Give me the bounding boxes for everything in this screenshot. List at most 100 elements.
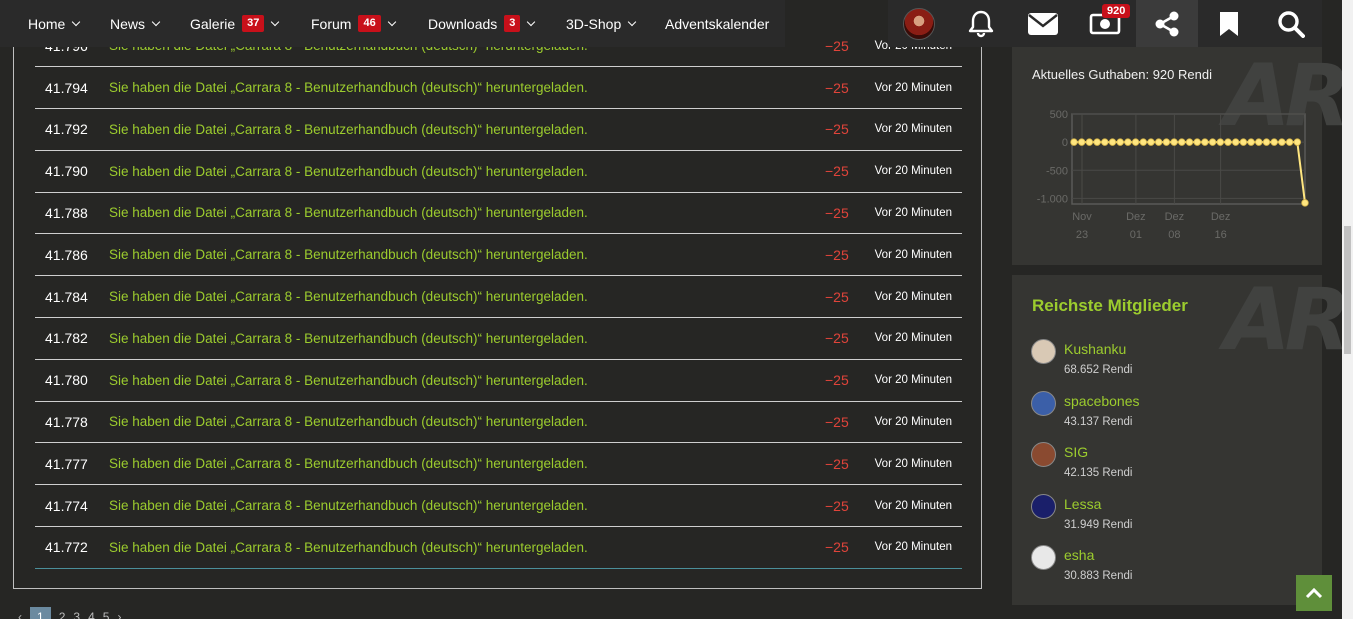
x-tick-month: Dez (1126, 211, 1146, 223)
chart-data-point (1108, 138, 1117, 146)
chart-data-point (1285, 138, 1294, 146)
nav-adventskalender[interactable]: Adventskalender (665, 0, 769, 47)
transaction-points: −25 (825, 497, 849, 514)
transaction-message[interactable]: Sie haben die Datei „Carrara 8 - Benutze… (109, 498, 588, 513)
member-name[interactable]: SIG (1064, 444, 1088, 460)
transaction-message[interactable]: Sie haben die Datei „Carrara 8 - Benutze… (109, 289, 588, 304)
member-rendi: 43.137 Rendi (1064, 415, 1133, 428)
transaction-points: −25 (825, 163, 849, 180)
page-link[interactable]: 4 (88, 610, 95, 619)
nav-3d-shop[interactable]: 3D-Shop (566, 0, 637, 47)
chart-data-point (1224, 138, 1232, 146)
member-name[interactable]: Kushanku (1064, 341, 1126, 357)
member-item: Lessa 31.949 Rendi (1031, 493, 1291, 538)
page-link[interactable]: 5 (103, 610, 110, 619)
chevron-down-icon (628, 17, 637, 26)
transaction-number: 41.772 (45, 539, 88, 556)
y-tick-label: -500 (1046, 165, 1068, 177)
transaction-points: −25 (825, 288, 849, 305)
scrollbar-thumb[interactable] (1344, 226, 1351, 354)
transaction-time: Vor 20 Minuten (874, 81, 952, 94)
share-icon (1155, 11, 1179, 36)
transaction-message[interactable]: Sie haben die Datei „Carrara 8 - Benutze… (109, 247, 588, 262)
bell-icon (968, 10, 994, 37)
transaction-time: Vor 20 Minuten (874, 499, 952, 512)
transaction-message[interactable]: Sie haben die Datei „Carrara 8 - Benutze… (109, 205, 588, 220)
y-tick-label: -1.000 (1037, 193, 1068, 205)
transaction-number: 41.790 (45, 163, 88, 180)
chart-data-point (1301, 199, 1309, 207)
x-tick-day: 23 (1076, 229, 1088, 241)
member-avatar[interactable] (1031, 390, 1056, 416)
table-row: 41.782 Sie haben die Datei „Carrara 8 - B… (35, 318, 962, 360)
member-item: Kushanku 68.652 Rendi (1031, 339, 1291, 383)
transaction-message[interactable]: Sie haben die Datei „Carrara 8 - Benutze… (109, 373, 588, 388)
nav-forum[interactable]: Forum 46 (311, 0, 396, 47)
page-current[interactable]: 1 (30, 607, 51, 619)
nav-home-label: Home (28, 15, 66, 32)
x-tick-day: 01 (1130, 229, 1142, 241)
x-tick-day: 16 (1214, 229, 1226, 241)
transaction-message[interactable]: Sie haben die Datei „Carrara 8 - Benutze… (109, 540, 588, 555)
scroll-to-top-button[interactable] (1296, 575, 1332, 611)
chart-data-point (1170, 138, 1178, 146)
share-button[interactable] (1136, 0, 1198, 47)
bookmarks-button[interactable] (1198, 0, 1260, 47)
nav-news-label: News (110, 15, 146, 32)
page-link[interactable]: 2 (59, 610, 66, 619)
chart-data-point (1085, 138, 1094, 146)
nav-galerie[interactable]: Galerie 37 (190, 0, 280, 47)
member-avatar[interactable] (1031, 339, 1056, 364)
chart-data-point (1070, 138, 1078, 146)
member-avatar[interactable] (1031, 545, 1056, 570)
messages-button[interactable] (1012, 0, 1074, 47)
transaction-number: 41.784 (45, 288, 88, 305)
user-avatar (903, 7, 935, 40)
member-name[interactable]: esha (1064, 547, 1094, 563)
y-tick-label: 0 (1062, 137, 1068, 149)
member-name[interactable]: spacebones (1064, 393, 1140, 409)
search-button[interactable] (1260, 0, 1322, 47)
chart-data-point (1193, 138, 1201, 146)
table-row: 41.774 Sie haben die Datei „Carrara 8 - B… (35, 485, 962, 527)
chart-data-point (1124, 138, 1132, 146)
member-name[interactable]: Lessa (1064, 496, 1101, 512)
nav-shop-label: 3D-Shop (566, 15, 622, 32)
transaction-number: 41.774 (45, 497, 88, 514)
transaction-time: Vor 20 Minuten (874, 248, 952, 261)
nav-home[interactable]: Home (28, 0, 81, 47)
chart-data-point (1101, 138, 1109, 146)
downloads-count-badge: 3 (504, 15, 521, 32)
transaction-message[interactable]: Sie haben die Datei „Carrara 8 - Benutze… (109, 456, 588, 471)
page-scrollbar[interactable] (1342, 0, 1353, 619)
transaction-message[interactable]: Sie haben die Datei „Carrara 8 - Benutze… (109, 414, 588, 429)
chevron-left-icon[interactable]: ‹ (18, 610, 22, 619)
chart-data-point (1178, 138, 1186, 146)
transaction-message[interactable]: Sie haben die Datei „Carrara 8 - Benutze… (109, 164, 588, 179)
notifications-button[interactable] (950, 0, 1012, 47)
nav-news[interactable]: News (110, 0, 161, 47)
member-avatar[interactable] (1031, 493, 1056, 519)
transaction-points: −25 (825, 413, 849, 430)
page-link[interactable]: 3 (73, 610, 80, 619)
transaction-points: −25 (825, 37, 849, 54)
x-tick-month: Nov (1072, 211, 1092, 223)
table-row: 41.792 Sie haben die Datei „Carrara 8 - B… (35, 109, 962, 151)
forum-count-badge: 46 (358, 15, 381, 32)
chevron-right-icon[interactable]: › (117, 610, 121, 619)
transaction-message[interactable]: Sie haben die Datei „Carrara 8 - Benutze… (109, 331, 588, 346)
table-row: 41.784 Sie haben die Datei „Carrara 8 - B… (35, 276, 962, 318)
chart-data-point (1116, 138, 1124, 146)
chart-data-point (1278, 138, 1286, 146)
transaction-number: 41.777 (45, 455, 88, 472)
transaction-message[interactable]: Sie haben die Datei „Carrara 8 - Benutze… (109, 80, 588, 95)
chart-data-point (1247, 138, 1255, 146)
user-menu-button[interactable] (888, 0, 950, 47)
nav-downloads[interactable]: Downloads 3 (428, 0, 536, 47)
transaction-time: Vor 20 Minuten (874, 290, 952, 303)
member-avatar[interactable] (1031, 442, 1056, 467)
chart-data-point (1216, 138, 1224, 146)
transaction-message[interactable]: Sie haben die Datei „Carrara 8 - Benutze… (109, 122, 588, 137)
transaction-time: Vor 20 Minuten (874, 541, 952, 554)
member-rendi: 68.652 Rendi (1064, 364, 1133, 376)
